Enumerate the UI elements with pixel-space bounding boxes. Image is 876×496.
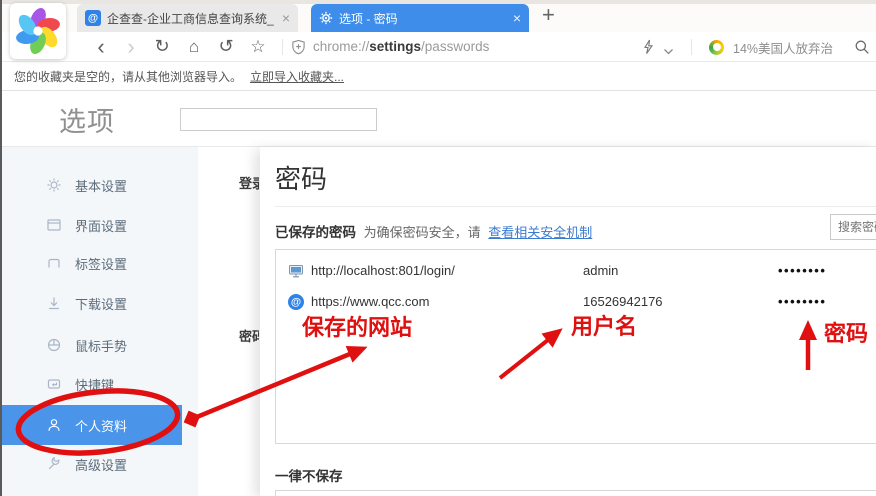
- background-login-label: 登录: [239, 176, 259, 191]
- new-tab-button[interactable]: +: [542, 2, 555, 28]
- saved-username: admin: [583, 263, 619, 278]
- settings-search-input[interactable]: [180, 108, 377, 131]
- url-text: chrome://settings/passwords: [313, 39, 490, 54]
- forward-icon[interactable]: ›: [116, 34, 146, 60]
- saved-site-url: http://localhost:801/login/: [311, 263, 455, 278]
- modal-title: 密码: [275, 164, 328, 194]
- settings-content: 基本设置 界面设置 标签设置 下载设置 鼠标手势 快捷键 个人资料 高级设置 登…: [2, 146, 876, 496]
- sidebar-item-label: 鼠标手势: [75, 338, 128, 354]
- sidebar-item-advanced[interactable]: 高级设置: [2, 444, 182, 484]
- password-row[interactable]: http://localhost:801/login/ admin ••••••…: [276, 255, 876, 286]
- tab-bar: @ 企查查-企业工商信息查询系统_ × 选项 - 密码 × +: [2, 0, 876, 32]
- tab-close-icon[interactable]: ×: [282, 11, 290, 25]
- lightning-icon[interactable]: [642, 39, 654, 55]
- password-row[interactable]: @ https://www.qcc.com 16526942176 ••••••…: [276, 286, 876, 317]
- qcc-favicon-icon: @: [288, 293, 304, 310]
- divider: [275, 206, 876, 207]
- saved-username: 16526942176: [583, 294, 663, 309]
- qcc-favicon-icon: @: [85, 10, 101, 26]
- sidebar-item-label: 个人资料: [75, 418, 128, 434]
- sidebar-item-interface[interactable]: 界面设置: [2, 205, 182, 245]
- saved-passwords-line: 已保存的密码 为确保密码安全，请 查看相关安全机制: [275, 221, 592, 241]
- tab-close-icon[interactable]: ×: [513, 11, 521, 25]
- divider: [282, 38, 283, 55]
- sidebar-item-mouse-gesture[interactable]: 鼠标手势: [2, 325, 182, 365]
- back-icon[interactable]: ‹: [86, 34, 116, 60]
- so360-logo-icon: [709, 39, 724, 55]
- background-password-label: 密码: [239, 329, 259, 344]
- sidebar-item-label: 界面设置: [75, 218, 128, 234]
- gear-icon: [319, 11, 333, 25]
- mouse-icon: [46, 337, 62, 353]
- shield-icon: [291, 39, 306, 55]
- password-search-input[interactable]: [830, 214, 876, 240]
- page-title: 选项: [59, 107, 115, 137]
- sidebar-item-download[interactable]: 下载设置: [2, 283, 182, 323]
- masked-password: ••••••••: [778, 263, 827, 278]
- saved-passwords-title: 已保存的密码: [275, 225, 356, 240]
- tab-title: 企查查-企业工商信息查询系统_: [107, 11, 274, 26]
- monitor-favicon-icon: [288, 263, 304, 279]
- hot-search-text[interactable]: 14%美国人放弃治: [733, 38, 845, 57]
- tab-qcc[interactable]: @ 企查查-企业工商信息查询系统_ ×: [77, 4, 298, 32]
- download-icon: [46, 295, 62, 311]
- sun-settings-icon: [46, 177, 62, 193]
- browser-logo-icon[interactable]: [10, 3, 66, 59]
- chevron-down-icon[interactable]: [663, 43, 674, 55]
- saved-site-url: https://www.qcc.com: [311, 294, 430, 309]
- sidebar-item-label: 高级设置: [75, 457, 128, 473]
- passwords-modal: 密码 已保存的密码 为确保密码安全，请 查看相关安全机制 http://loca…: [260, 147, 876, 496]
- sidebar-item-label: 快捷键: [75, 377, 115, 393]
- masked-password: ••••••••: [778, 294, 827, 309]
- tab-settings-passwords[interactable]: 选项 - 密码 ×: [311, 4, 529, 32]
- sidebar-item-label: 标签设置: [75, 256, 128, 272]
- nav-right-cluster: 14%美国人放弃治: [642, 32, 870, 62]
- saved-passwords-desc: 为确保密码安全，请: [363, 225, 481, 240]
- security-mechanism-link[interactable]: 查看相关安全机制: [488, 225, 592, 240]
- undo-icon[interactable]: ↺: [210, 36, 242, 57]
- saved-passwords-table: http://localhost:801/login/ admin ••••••…: [275, 249, 876, 444]
- sidebar-item-basic[interactable]: 基本设置: [2, 165, 182, 205]
- person-icon: [46, 417, 62, 433]
- never-save-title: 一律不保存: [275, 469, 343, 484]
- bookmark-star-icon[interactable]: ☆: [242, 37, 274, 57]
- sidebar-item-label: 基本设置: [75, 178, 128, 194]
- sidebar-item-profile[interactable]: 个人资料: [2, 405, 182, 445]
- sidebar-item-hotkeys[interactable]: 快捷键: [2, 364, 182, 404]
- tab-title: 选项 - 密码: [339, 11, 398, 26]
- search-icon[interactable]: [854, 39, 870, 55]
- sidebar-item-tabs[interactable]: 标签设置: [2, 243, 182, 283]
- import-bookmarks-link[interactable]: 立即导入收藏夹...: [250, 68, 344, 85]
- home-icon[interactable]: ⌂: [178, 37, 210, 57]
- bookmark-empty-message: 您的收藏夹是空的，请从其他浏览器导入。: [14, 69, 243, 84]
- bookmark-bar: 您的收藏夹是空的，请从其他浏览器导入。 立即导入收藏夹...: [2, 62, 876, 91]
- settings-sidebar: 基本设置 界面设置 标签设置 下载设置 鼠标手势 快捷键 个人资料 高级设置: [2, 147, 198, 496]
- never-save-table: [275, 490, 876, 496]
- window-icon: [46, 217, 62, 233]
- sidebar-item-label: 下载设置: [75, 296, 128, 312]
- tab-shape-icon: [46, 255, 62, 271]
- enter-key-icon: [46, 376, 62, 392]
- divider: [691, 39, 692, 55]
- address-bar[interactable]: chrome://settings/passwords: [291, 39, 489, 55]
- navigation-bar: ‹ › ↻ ⌂ ↺ ☆ chrome://settings/passwords …: [2, 32, 876, 62]
- wrench-icon: [46, 456, 62, 472]
- refresh-icon[interactable]: ↻: [146, 36, 178, 57]
- settings-header: 选项: [2, 91, 876, 146]
